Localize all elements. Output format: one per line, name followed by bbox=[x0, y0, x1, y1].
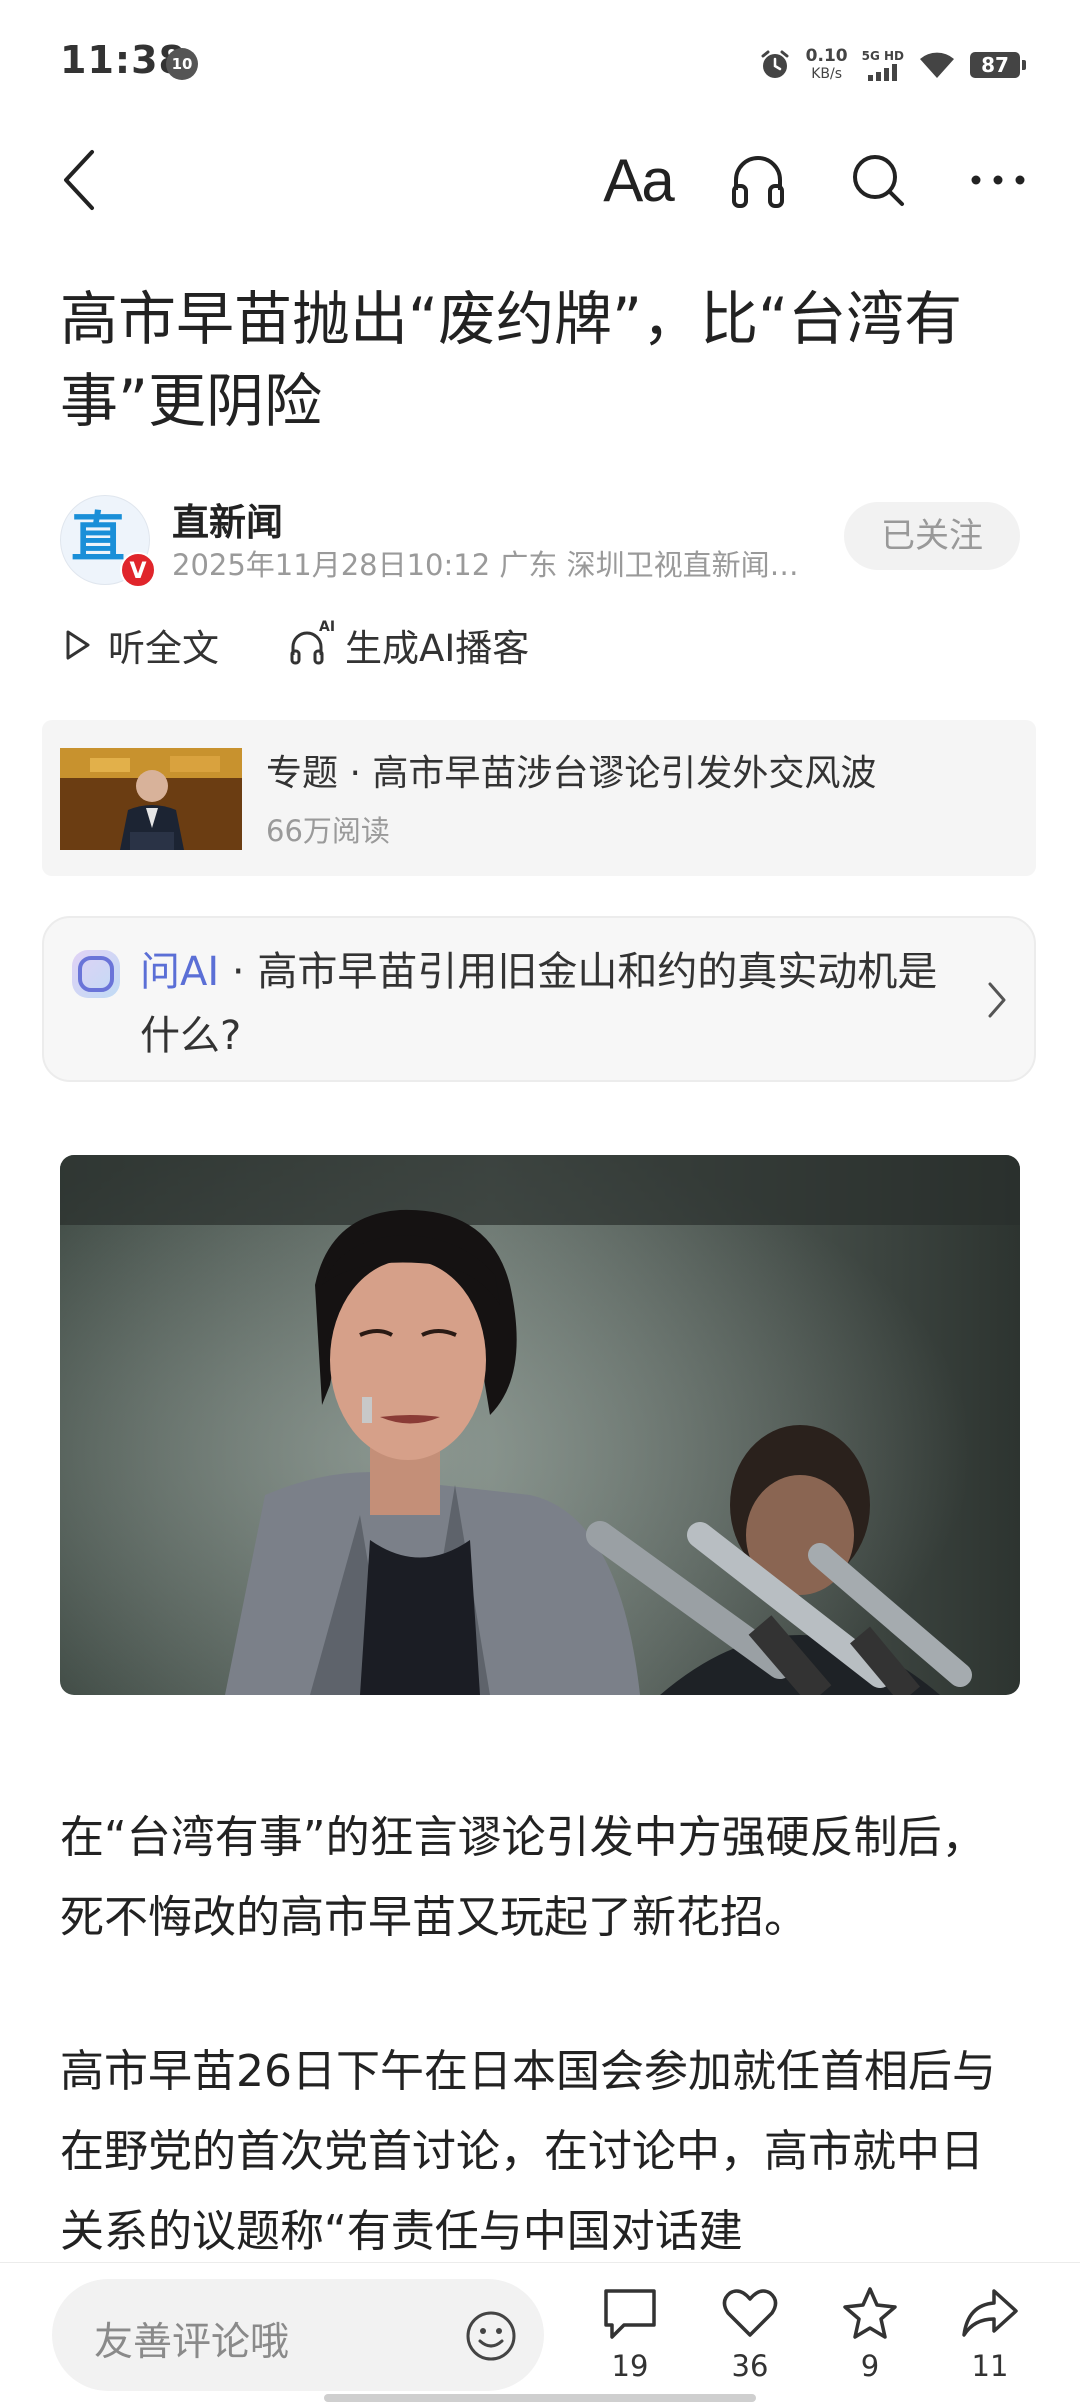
ai-podcast-label: 生成AI播客 bbox=[345, 627, 530, 670]
back-icon bbox=[64, 150, 94, 210]
audio-actions: 听全文 AI 生成AI播客 bbox=[60, 610, 599, 680]
comments-count: 19 bbox=[611, 2349, 649, 2383]
font-size-button[interactable]: Aa bbox=[598, 140, 678, 220]
battery-indicator: 87 bbox=[970, 52, 1026, 78]
network-type-label: 5G HD bbox=[861, 49, 904, 63]
ask-ai-label: 问AI bbox=[140, 949, 220, 995]
article-toolbar: Aa bbox=[0, 130, 1080, 230]
article-paragraph: 高市早苗26日下午在日本国会参加就任首相后与在野党的首次党首讨论，在讨论中，高市… bbox=[60, 2046, 996, 2257]
cellular-signal: 5G HD bbox=[862, 49, 904, 81]
favorites-count: 9 bbox=[860, 2349, 880, 2383]
net-speed-unit: KB/s bbox=[811, 66, 843, 82]
follow-button[interactable]: 已关注 bbox=[844, 502, 1020, 570]
comment-icon bbox=[604, 2289, 656, 2339]
article-paragraph: 在“台湾有事”的狂言谬论引发中方强硬反制后，死不悔改的高市早苗又玩起了新花招。 bbox=[60, 1812, 986, 1943]
wifi-icon bbox=[920, 52, 954, 78]
chevron-right-icon bbox=[988, 982, 1006, 1018]
search-button[interactable] bbox=[838, 140, 918, 220]
net-speed-value: 0.10 bbox=[805, 46, 848, 66]
font-size-icon: Aa bbox=[603, 146, 674, 214]
author-row: 直 V 直新闻 2025年11月28日10:12 广东 深圳卫视直新闻官方账号 … bbox=[60, 490, 1020, 590]
comment-placeholder: 友善评论哦 bbox=[94, 2320, 290, 2365]
home-indicator[interactable] bbox=[324, 2394, 756, 2402]
headphones-icon bbox=[732, 156, 784, 208]
ai-podcast-button[interactable]: AI 生成AI播客 bbox=[289, 618, 529, 672]
signal-bars-icon bbox=[868, 63, 898, 81]
play-icon bbox=[66, 630, 90, 660]
heart-icon bbox=[722, 2289, 778, 2337]
article-hero-photo[interactable] bbox=[60, 1155, 1020, 1695]
listen-full-button[interactable]: 听全文 bbox=[60, 618, 219, 672]
likes-count: 36 bbox=[731, 2349, 769, 2383]
ai-assistant-icon bbox=[72, 950, 120, 998]
topic-title: 专题 · 高市早苗涉台谬论引发外交风波 bbox=[266, 753, 877, 794]
author-name[interactable]: 直新闻 bbox=[172, 492, 283, 546]
ask-ai-text: 问AI · 高市早苗引用旧金山和约的真实动机是什么? bbox=[140, 940, 960, 1068]
ask-ai-question: · 高市早苗引用旧金山和约的真实动机是什么? bbox=[140, 949, 938, 1059]
share-icon bbox=[962, 2289, 1018, 2337]
author-meta: 2025年11月28日10:12 广东 深圳卫视直新闻官方账号 bbox=[172, 548, 812, 582]
like-button[interactable]: 36 bbox=[700, 2285, 800, 2405]
comment-input[interactable]: 友善评论哦 bbox=[52, 2279, 544, 2391]
listen-button[interactable] bbox=[718, 140, 798, 220]
verified-badge: V bbox=[120, 552, 156, 588]
net-speed: 0.10 KB/s bbox=[806, 47, 848, 83]
ask-ai-card[interactable]: 问AI · 高市早苗引用旧金山和约的真实动机是什么? bbox=[42, 916, 1036, 1082]
emoji-icon[interactable] bbox=[464, 2309, 518, 2363]
comments-button[interactable]: 19 bbox=[580, 2285, 680, 2405]
ai-podcast-mark: AI bbox=[319, 619, 336, 635]
search-icon bbox=[853, 155, 904, 206]
notification-count-badge: 10 bbox=[166, 48, 198, 80]
status-bar: 11:38 10 0.10 KB/s 5G HD 87 bbox=[0, 0, 1080, 120]
bottom-action-bar: 友善评论哦 19 36 9 11 bbox=[0, 2262, 1080, 2408]
topic-card[interactable]: 专题 · 高市早苗涉台谬论引发外交风波 66万阅读 bbox=[42, 720, 1036, 876]
back-button[interactable] bbox=[40, 140, 120, 220]
star-icon bbox=[843, 2287, 897, 2339]
status-indicators: 0.10 KB/s 5G HD 87 bbox=[758, 40, 1026, 90]
topic-thumbnail bbox=[60, 748, 242, 850]
topic-reads: 66万阅读 bbox=[266, 814, 390, 848]
more-icon bbox=[971, 175, 1025, 185]
share-button[interactable]: 11 bbox=[940, 2285, 1040, 2405]
listen-full-label: 听全文 bbox=[108, 627, 219, 670]
avatar-logo: 直 bbox=[71, 506, 125, 569]
favorite-button[interactable]: 9 bbox=[820, 2285, 920, 2405]
article-title: 高市早苗抛出“废约牌”，比“台湾有事”更阴险 bbox=[60, 285, 963, 435]
shares-count: 11 bbox=[971, 2349, 1009, 2383]
more-button[interactable] bbox=[958, 140, 1038, 220]
alarm-icon bbox=[761, 50, 789, 78]
